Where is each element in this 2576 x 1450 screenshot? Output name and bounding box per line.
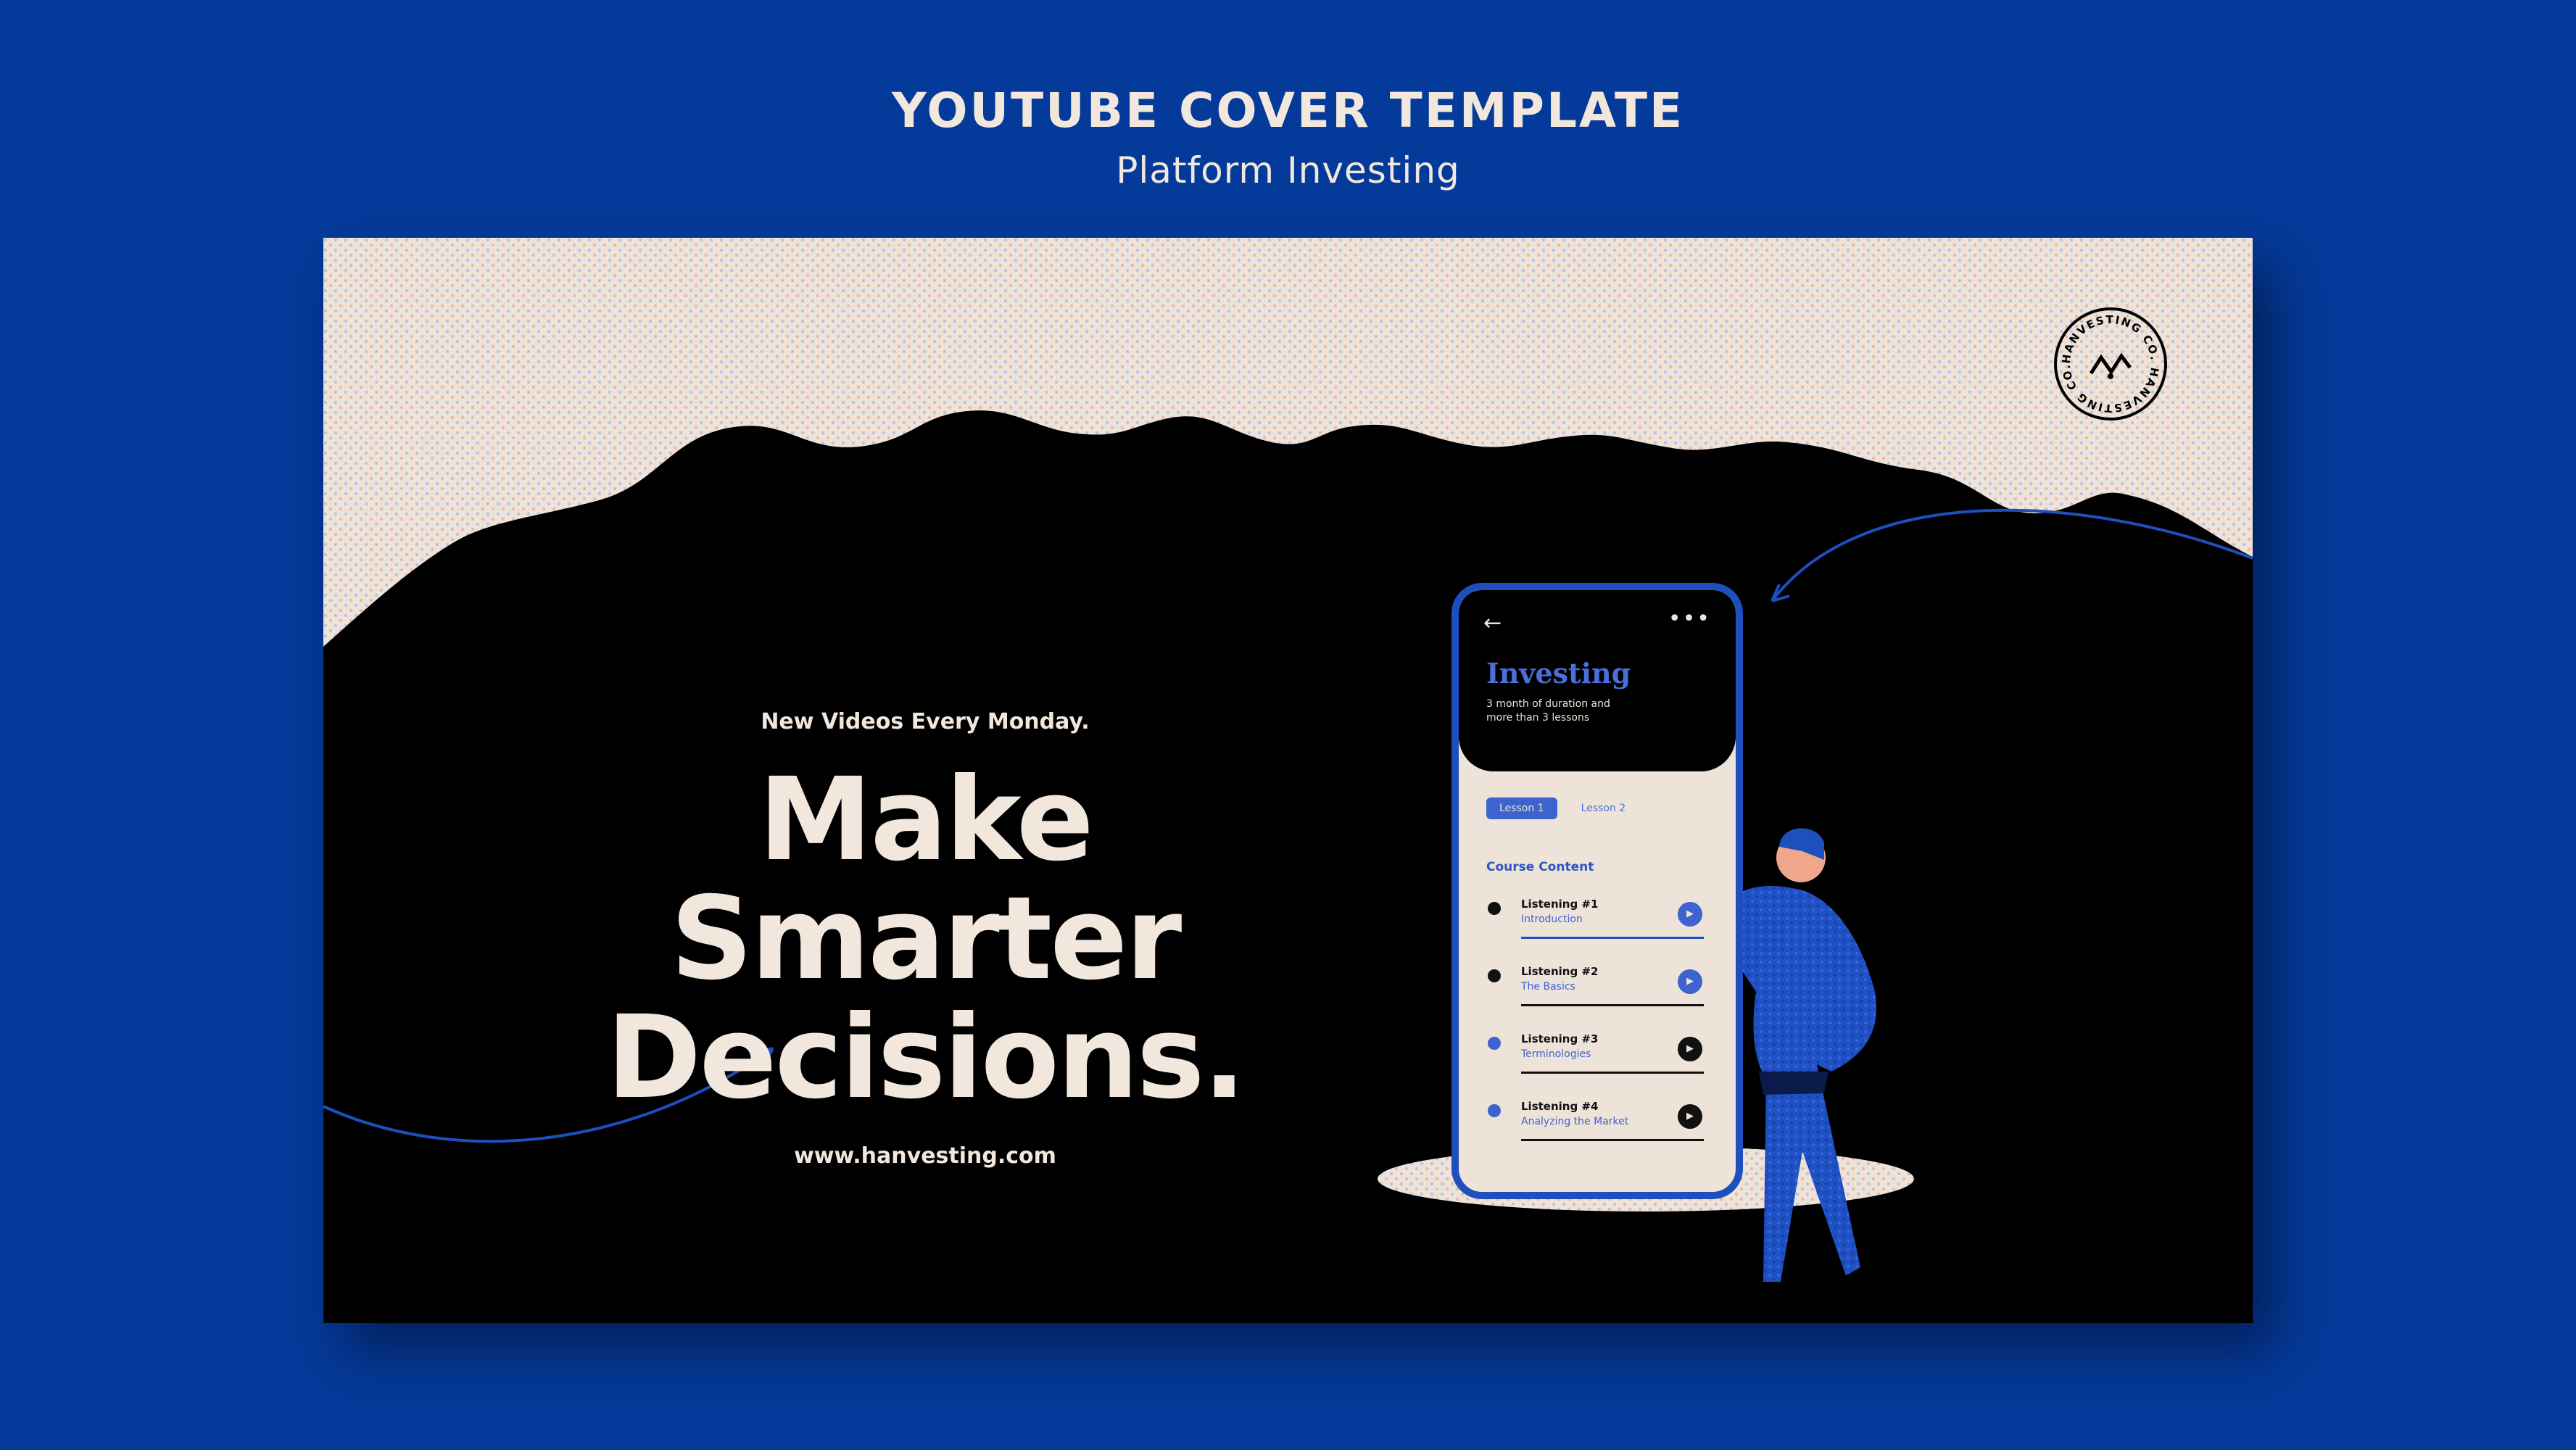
status-dot-icon — [1488, 902, 1501, 915]
tab-lesson-1[interactable]: Lesson 1 — [1486, 798, 1557, 819]
play-icon[interactable]: ▶ — [1678, 902, 1702, 927]
page-header: YOUTUBE COVER TEMPLATE Platform Investin… — [0, 78, 2576, 196]
website-link[interactable]: www.hanvesting.com — [490, 1143, 1360, 1169]
list-item[interactable]: Listening #1 Introduction ▶ — [1486, 893, 1704, 961]
phone-mockup: ← ••• Investing 3 month of duration and … — [1451, 583, 1743, 1199]
status-dot-icon — [1488, 1104, 1501, 1117]
phone-header: ← ••• Investing 3 month of duration and … — [1459, 590, 1736, 771]
progress-line — [1521, 1004, 1704, 1006]
tagline: New Videos Every Monday. — [761, 709, 1090, 734]
course-item-subtitle: The Basics — [1521, 981, 1575, 993]
play-icon[interactable]: ▶ — [1678, 1104, 1702, 1129]
more-options-icon[interactable]: ••• — [1668, 606, 1711, 631]
play-icon[interactable]: ▶ — [1678, 969, 1702, 994]
list-item[interactable]: Listening #2 The Basics ▶ — [1486, 961, 1704, 1028]
course-item-subtitle: Introduction — [1521, 914, 1583, 925]
list-item[interactable]: Listening #3 Terminologies ▶ — [1486, 1028, 1704, 1095]
course-item-name: Listening #4 — [1521, 1100, 1599, 1113]
course-content-title: Course Content — [1486, 860, 1594, 874]
hanvesting-logo-icon: HANVESTING CO. HANVESTING CO. — [2054, 307, 2167, 420]
page-subtitle: Platform Investing — [1116, 149, 1460, 191]
page-title: YOUTUBE COVER TEMPLATE — [891, 83, 1685, 138]
tab-lesson-2[interactable]: Lesson 2 — [1568, 798, 1639, 819]
list-item[interactable]: Listening #4 Analyzing the Market ▶ — [1486, 1095, 1704, 1163]
headline-line-2: Decisions. — [606, 991, 1246, 1124]
play-icon[interactable]: ▶ — [1678, 1037, 1702, 1061]
course-item-name: Listening #3 — [1521, 1032, 1599, 1045]
phone-title: Investing — [1486, 657, 1631, 689]
lesson-tabs: Lesson 1 Lesson 2 — [1486, 798, 1646, 819]
progress-line — [1521, 1072, 1704, 1074]
phone-description: 3 month of duration and more than 3 less… — [1486, 698, 1610, 724]
course-item-name: Listening #1 — [1521, 898, 1599, 911]
course-list: Listening #1 Introduction ▶ Listening #2… — [1486, 893, 1704, 1163]
back-arrow-icon[interactable]: ← — [1483, 610, 1502, 636]
badge-text: HANVESTING CO. HANVESTING CO. — [2060, 313, 2160, 415]
status-dot-icon — [1488, 969, 1501, 982]
headline-line-1: Make Smarter — [670, 753, 1183, 1006]
progress-line — [1521, 937, 1704, 939]
youtube-cover-card: New Videos Every Monday. Make Smarter De… — [323, 238, 2253, 1323]
svg-text:HANVESTING CO. HANVESTING CO.: HANVESTING CO. HANVESTING CO. — [2060, 313, 2161, 415]
course-item-subtitle: Analyzing the Market — [1521, 1116, 1629, 1127]
headline: Make Smarter Decisions. — [490, 761, 1360, 1117]
hero-text: New Videos Every Monday. Make Smarter De… — [490, 709, 1360, 1169]
course-item-subtitle: Terminologies — [1521, 1048, 1591, 1060]
status-dot-icon — [1488, 1037, 1501, 1050]
course-item-name: Listening #2 — [1521, 965, 1599, 978]
progress-line — [1521, 1139, 1704, 1141]
